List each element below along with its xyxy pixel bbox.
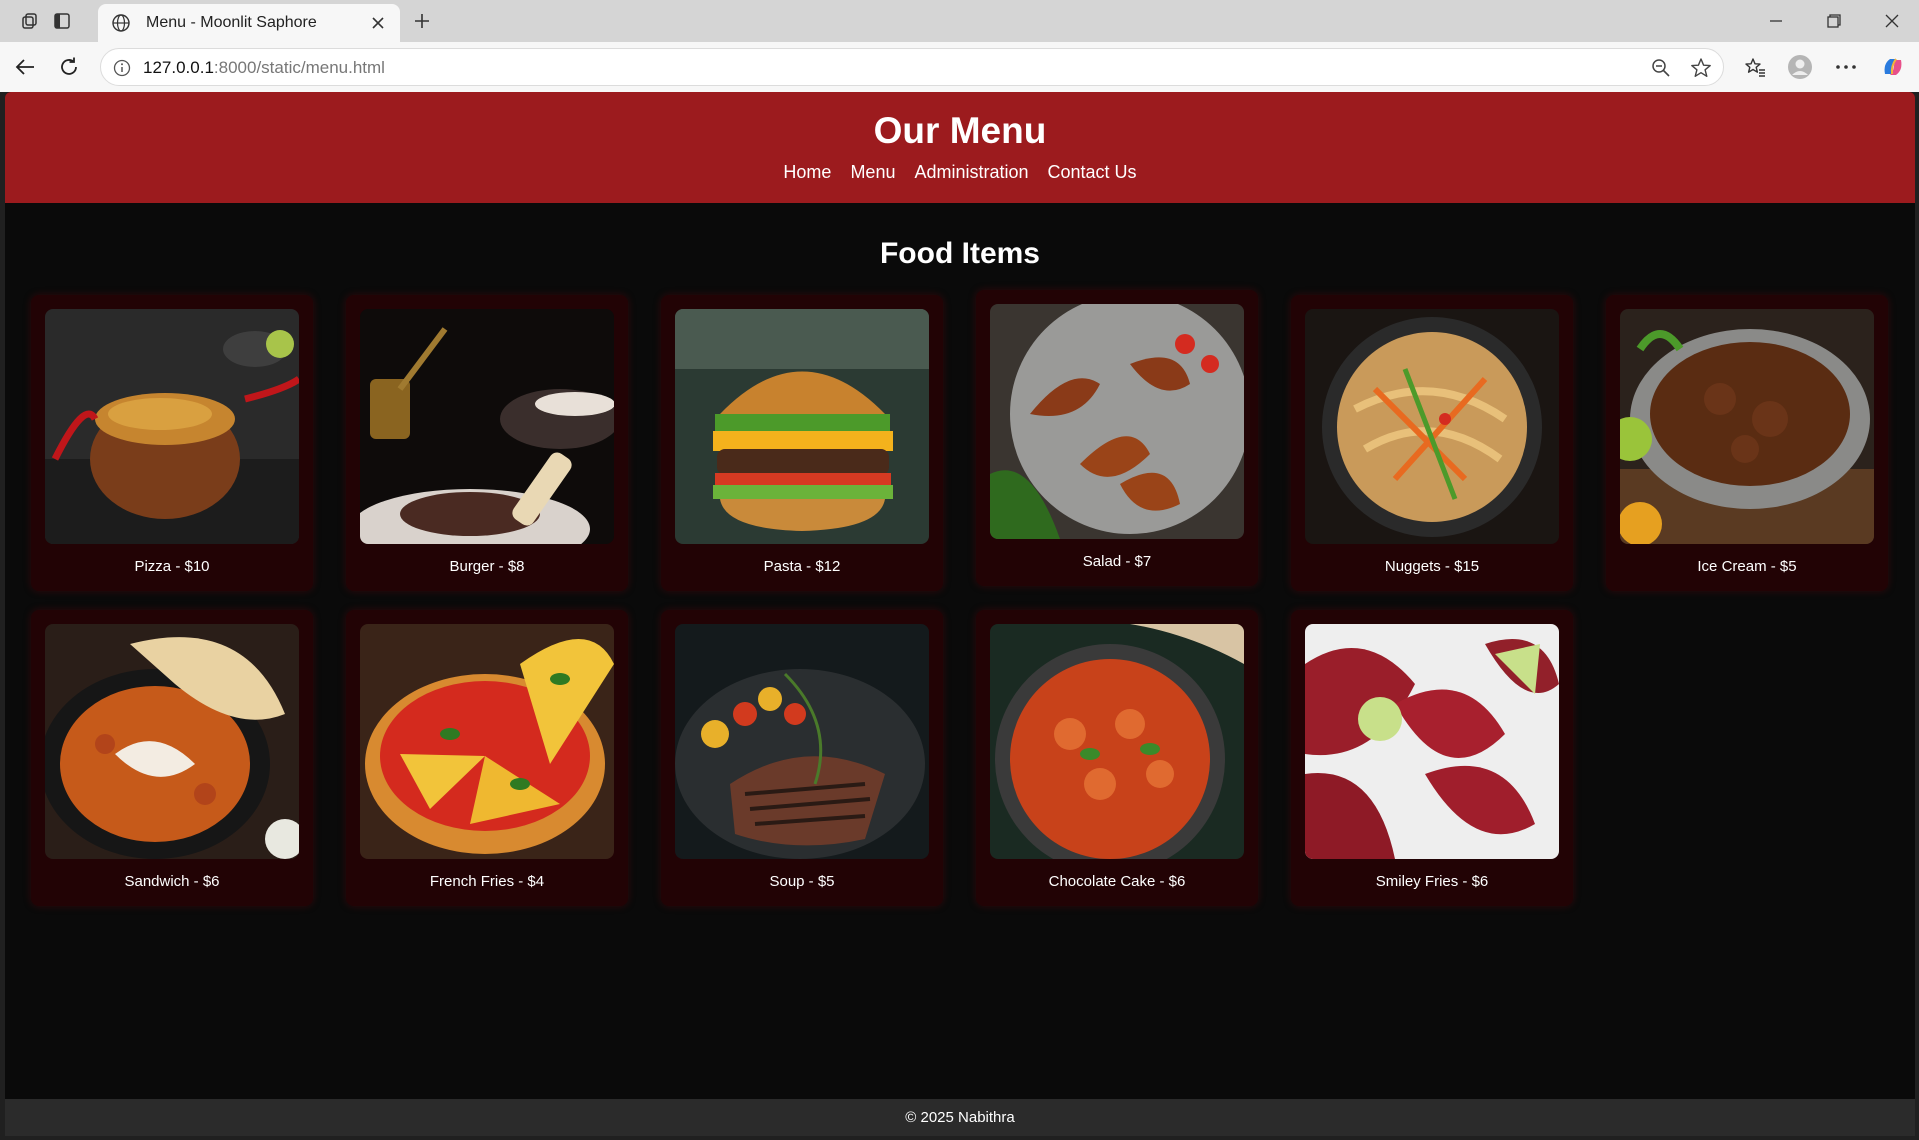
browser-tab-bar: Menu - Moonlit Saphore (0, 0, 1919, 42)
menu-item-card[interactable]: Nuggets - $15 (1291, 295, 1573, 591)
item-label: Sandwich - $6 (124, 873, 220, 890)
food-photo (45, 624, 299, 859)
item-label: Chocolate Cake - $6 (1048, 873, 1186, 890)
globe-icon (110, 12, 132, 34)
menu-item-card[interactable]: Ice Cream - $5 (1606, 295, 1888, 591)
site-footer: © 2025 Nabithra (5, 1099, 1915, 1136)
food-photo (1305, 624, 1559, 859)
main-nav: Home Menu Administration Contact Us (5, 162, 1915, 183)
close-tab-icon[interactable] (366, 11, 390, 35)
food-photo (675, 309, 929, 544)
site-info-icon[interactable] (111, 57, 133, 79)
favorites-icon[interactable] (1740, 53, 1770, 81)
food-photo (45, 309, 299, 544)
food-photo (1305, 309, 1559, 544)
menu-item-card[interactable]: French Fries - $4 (346, 610, 628, 906)
nav-contact-us[interactable]: Contact Us (1048, 162, 1137, 183)
food-photo (360, 624, 614, 859)
nav-home[interactable]: Home (783, 162, 831, 183)
page-viewport: Our Menu Home Menu Administration Contac… (5, 92, 1915, 1136)
item-label: Salad - $7 (1082, 553, 1152, 570)
active-tab[interactable]: Menu - Moonlit Saphore (98, 4, 400, 42)
page-title: Our Menu (873, 110, 1047, 151)
url-text: 127.0.0.1:8000/static/menu.html (143, 58, 385, 77)
close-window-icon[interactable] (1872, 8, 1912, 34)
item-label: Ice Cream - $5 (1697, 558, 1797, 575)
zoom-icon[interactable] (1649, 57, 1673, 79)
nav-administration[interactable]: Administration (914, 162, 1028, 183)
item-label: Pizza - $10 (134, 558, 210, 575)
workspaces-icon[interactable] (16, 8, 44, 34)
back-icon[interactable] (10, 53, 40, 81)
item-label: Pasta - $12 (763, 558, 841, 575)
copilot-icon[interactable] (1878, 53, 1908, 81)
restore-icon[interactable] (1814, 8, 1854, 34)
favorite-star-icon[interactable] (1689, 57, 1713, 79)
new-tab-icon[interactable] (408, 8, 436, 34)
profile-avatar-icon[interactable] (1785, 53, 1815, 81)
item-label: Nuggets - $15 (1384, 558, 1480, 575)
food-photo (1620, 309, 1874, 544)
item-label: Soup - $5 (769, 873, 835, 890)
menu-item-card[interactable]: Pasta - $12 (661, 295, 943, 591)
menu-item-card[interactable]: Soup - $5 (661, 610, 943, 906)
menu-item-card[interactable]: Sandwich - $6 (31, 610, 313, 906)
address-bar[interactable]: 127.0.0.1:8000/static/menu.html (100, 48, 1724, 86)
more-options-icon[interactable] (1831, 53, 1861, 81)
reload-icon[interactable] (54, 53, 84, 81)
food-photo (990, 624, 1244, 859)
minimize-icon[interactable] (1756, 8, 1796, 34)
item-label: French Fries - $4 (429, 873, 545, 890)
browser-toolbar: 127.0.0.1:8000/static/menu.html (0, 42, 1919, 92)
food-photo (990, 304, 1244, 539)
tab-title: Menu - Moonlit Saphore (146, 14, 317, 31)
menu-item-card[interactable]: Salad - $7 (976, 290, 1258, 586)
item-label: Burger - $8 (449, 558, 525, 575)
section-title: Food Items (879, 237, 1040, 270)
menu-item-card[interactable]: Burger - $8 (346, 295, 628, 591)
item-label: Smiley Fries - $6 (1375, 873, 1489, 890)
site-header: Our Menu Home Menu Administration Contac… (5, 92, 1915, 203)
menu-item-card[interactable]: Smiley Fries - $6 (1291, 610, 1573, 906)
menu-item-card[interactable]: Chocolate Cake - $6 (976, 610, 1258, 906)
food-photo (675, 624, 929, 859)
food-photo (360, 309, 614, 544)
vertical-tabs-icon[interactable] (48, 8, 76, 34)
menu-item-card[interactable]: Pizza - $10 (31, 295, 313, 591)
nav-menu[interactable]: Menu (850, 162, 895, 183)
